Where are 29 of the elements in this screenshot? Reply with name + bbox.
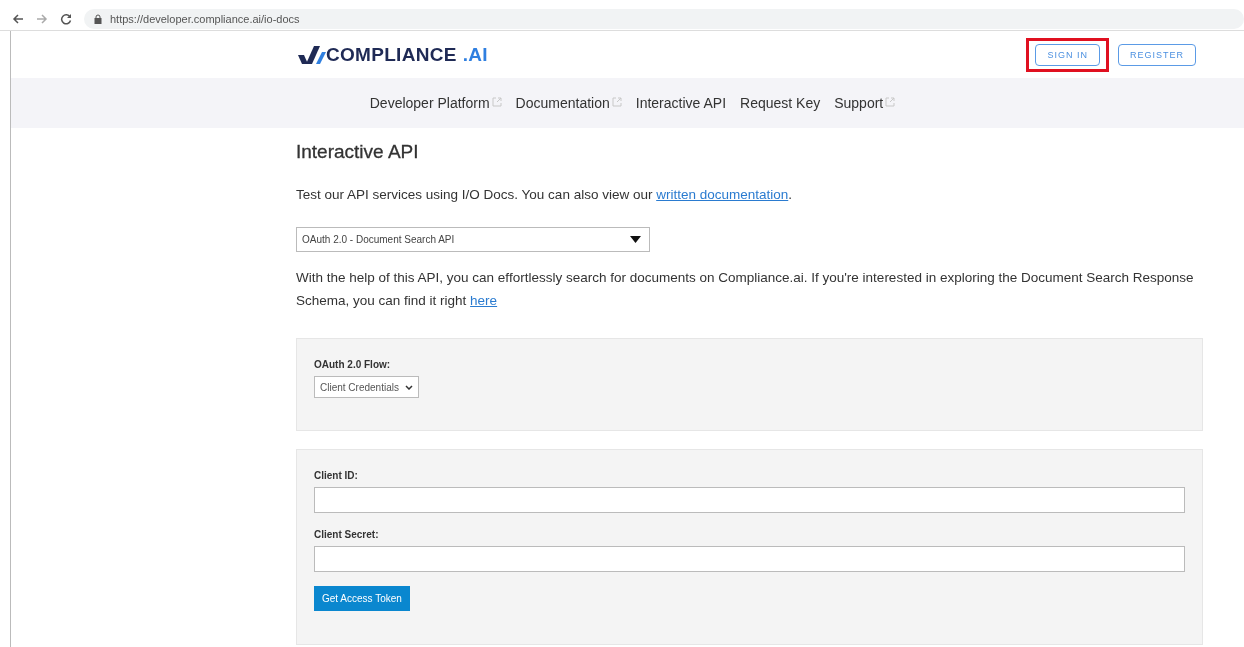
schema-link[interactable]: here <box>470 293 498 308</box>
flow-label: OAuth 2.0 Flow: <box>314 359 392 370</box>
field-label: Client Secret: <box>314 529 380 540</box>
sign-in-button[interactable]: SIGN IN <box>1035 43 1100 66</box>
reload-icon[interactable] <box>60 13 72 25</box>
nav-link[interactable]: Interactive API <box>635 95 727 111</box>
logo-icon <box>298 43 326 66</box>
page-title: Interactive API <box>296 140 420 164</box>
dropdown-caret-icon <box>630 236 641 243</box>
nav-link[interactable]: Documentation <box>515 95 622 111</box>
input-field[interactable] <box>314 487 1185 513</box>
url-text: https://developer.compliance.ai/io-docs <box>110 13 300 25</box>
nav-link[interactable]: Support <box>834 95 896 111</box>
address-bar[interactable]: https://developer.compliance.ai/io-docs <box>84 9 1244 29</box>
get-access-token-button[interactable]: Get Access Token <box>314 586 410 611</box>
register-button[interactable]: REGISTER <box>1118 43 1196 66</box>
intro-text: Test our API services using I/O Docs. You can also view our written documentation. <box>296 186 794 204</box>
flow-select[interactable]: Client Credentials <box>314 376 419 398</box>
nav-link[interactable]: Developer Platform <box>369 95 502 111</box>
forward-icon[interactable] <box>36 13 48 25</box>
api-select[interactable]: OAuth 2.0 - Document Search API <box>296 227 650 252</box>
field-label: Client ID: <box>314 470 359 481</box>
input-field[interactable] <box>314 546 1185 572</box>
logo-text[interactable]: COMPLIANCE .AI <box>326 43 488 66</box>
description-text: With the help of this API, you can effortlessly search for documents on Compliance.ai. If you're interested in exploring the Document Search Response Schema, you can find it right here <box>296 269 1195 310</box>
back-icon[interactable] <box>12 13 24 25</box>
lock-icon <box>94 14 102 24</box>
nav-link[interactable]: Request Key <box>740 95 821 111</box>
chevron-down-icon <box>404 384 413 390</box>
